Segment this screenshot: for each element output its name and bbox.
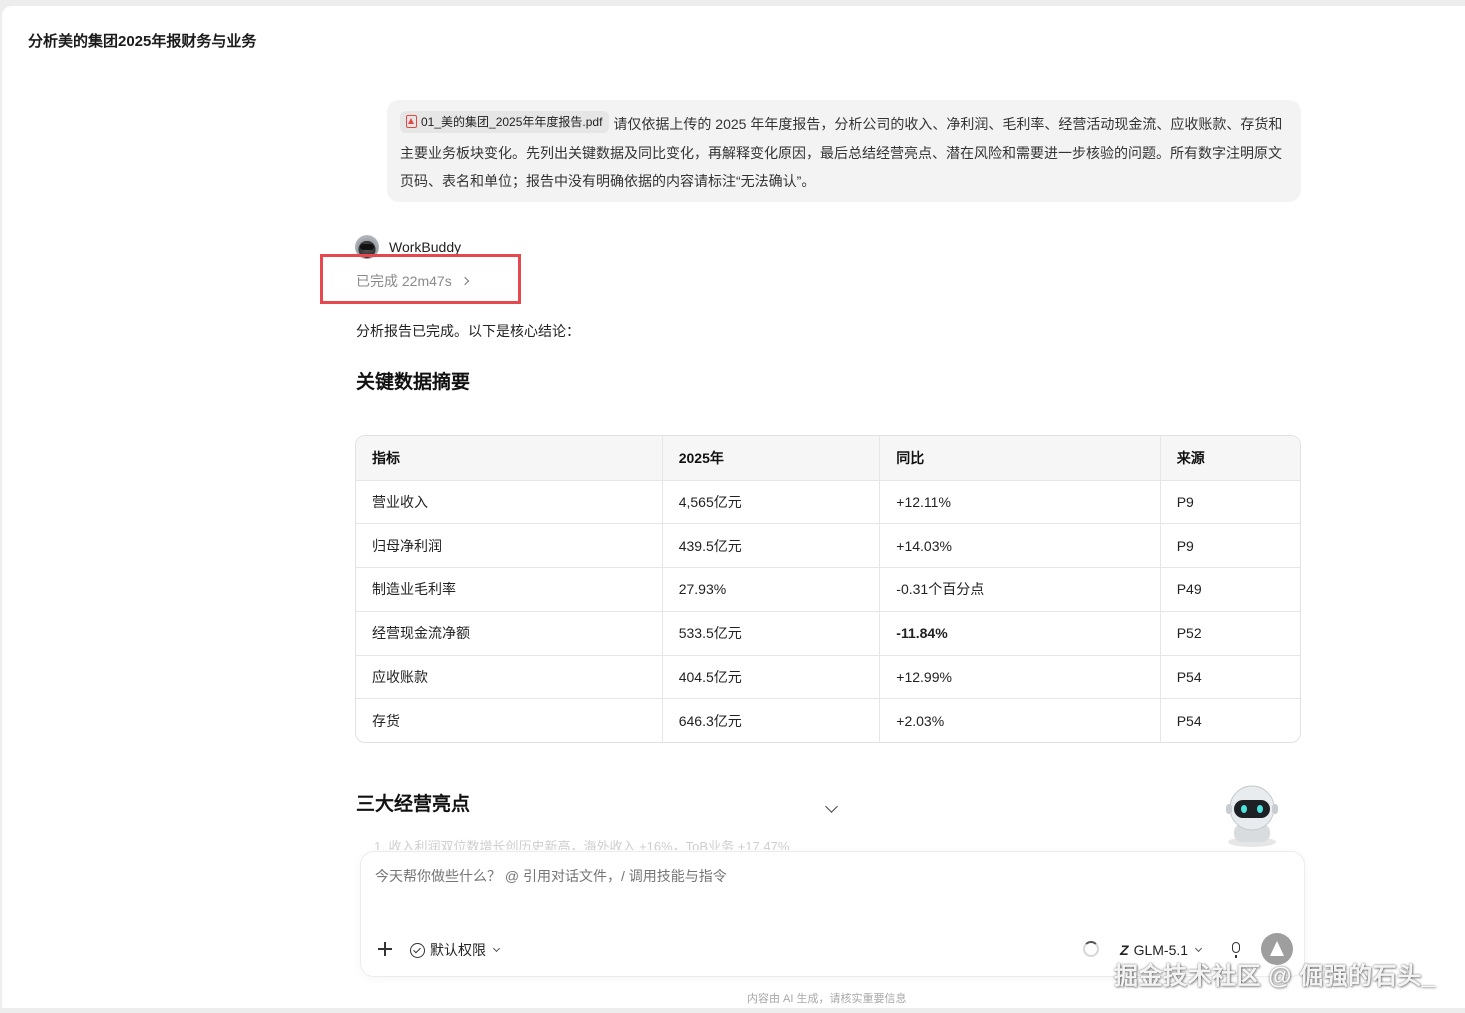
faded-list-item: 1. 收入利润双位数增长创历史新高，海外收入 +16%，ToB业务 +17.47… xyxy=(374,839,790,850)
table-cell: 应收账款 xyxy=(356,655,663,700)
table-cell: 27.93% xyxy=(662,567,881,612)
table-cell: +12.99% xyxy=(879,655,1161,700)
chevron-down-icon xyxy=(492,944,501,953)
table-row: 存货 646.3亿元 +2.03% P54 xyxy=(356,698,1300,742)
table-cell: P54 xyxy=(1160,655,1300,700)
table-cell: 归母净利润 xyxy=(356,523,663,569)
app-window: 分析美的集团2025年报财务与业务 01_美的集团_2025年年度报告.pdf … xyxy=(2,6,1465,1008)
check-shield-icon xyxy=(410,942,425,958)
permission-dropdown[interactable]: 默认权限 xyxy=(410,940,501,960)
message-input[interactable] xyxy=(375,868,1275,884)
table-cell: -11.84% xyxy=(879,611,1161,656)
table-cell: 经营现金流净额 xyxy=(356,611,663,656)
column-header: 同比 xyxy=(879,436,1161,481)
table-row: 经营现金流净额 533.5亿元 -11.84% P52 xyxy=(356,611,1300,656)
highlight-annotation-box xyxy=(320,254,521,304)
assistant-intro: 分析报告已完成。以下是核心结论： xyxy=(356,323,580,339)
table-cell: P49 xyxy=(1160,567,1300,612)
permission-label: 默认权限 xyxy=(430,942,486,958)
table-cell: 4,565亿元 xyxy=(662,480,881,525)
table-cell: +14.03% xyxy=(879,523,1161,569)
table-cell: P9 xyxy=(1160,480,1300,525)
table-row: 制造业毛利率 27.93% -0.31个百分点 P49 xyxy=(356,567,1300,612)
section-heading-highlights: 三大经营亮点 xyxy=(356,794,471,815)
table-cell: +12.11% xyxy=(879,480,1161,525)
user-message-bubble: 01_美的集团_2025年年度报告.pdf 请仅依据上传的 2025 年年度报告… xyxy=(387,100,1301,202)
column-header: 来源 xyxy=(1160,436,1300,481)
table-row: 营业收入 4,565亿元 +12.11% P9 xyxy=(356,480,1300,525)
table-cell: +2.03% xyxy=(879,698,1161,742)
table-header-row: 指标 2025年 同比 来源 xyxy=(356,436,1300,481)
section-heading-key-data: 关键数据摘要 xyxy=(356,372,471,393)
attachment-chip[interactable]: 01_美的集团_2025年年度报告.pdf xyxy=(400,110,610,133)
microphone-icon[interactable] xyxy=(1232,942,1240,958)
loading-spinner-icon xyxy=(1083,941,1099,957)
table-row: 应收账款 404.5亿元 +12.99% P54 xyxy=(356,655,1300,700)
table-cell: 533.5亿元 xyxy=(662,611,881,656)
table-cell: 营业收入 xyxy=(356,480,663,525)
robot-mascot-icon[interactable] xyxy=(1222,784,1282,848)
table-row: 归母净利润 439.5亿元 +14.03% P9 xyxy=(356,523,1300,569)
key-data-table: 指标 2025年 同比 来源 营业收入 4,565亿元 +12.11% P9 归… xyxy=(355,435,1301,743)
column-header: 指标 xyxy=(356,436,663,481)
table-cell: 404.5亿元 xyxy=(662,655,881,700)
table-cell: 制造业毛利率 xyxy=(356,567,663,612)
scroll-down-chevron-icon[interactable] xyxy=(825,800,838,813)
table-cell: 646.3亿元 xyxy=(662,698,881,742)
add-attachment-button[interactable] xyxy=(377,941,393,957)
table-cell: 439.5亿元 xyxy=(662,523,881,569)
ai-disclaimer: 内容由 AI 生成，请核实重要信息 xyxy=(747,993,907,1005)
table-cell: P52 xyxy=(1160,611,1300,656)
conversation-title: 分析美的集团2025年报财务与业务 xyxy=(28,33,257,50)
assistant-name: WorkBuddy xyxy=(389,239,462,255)
table-cell: P9 xyxy=(1160,523,1300,569)
pdf-icon xyxy=(406,115,417,128)
table-cell: 存货 xyxy=(356,698,663,742)
chevron-down-icon xyxy=(1194,944,1203,953)
watermark-text: 掘金技术社区 @ 倔强的石头_ xyxy=(1114,963,1436,990)
table-cell: -0.31个百分点 xyxy=(879,567,1161,612)
attachment-name: 01_美的集团_2025年年度报告.pdf xyxy=(421,114,603,129)
table-cell: P54 xyxy=(1176,713,1202,730)
column-header: 2025年 xyxy=(662,436,881,481)
